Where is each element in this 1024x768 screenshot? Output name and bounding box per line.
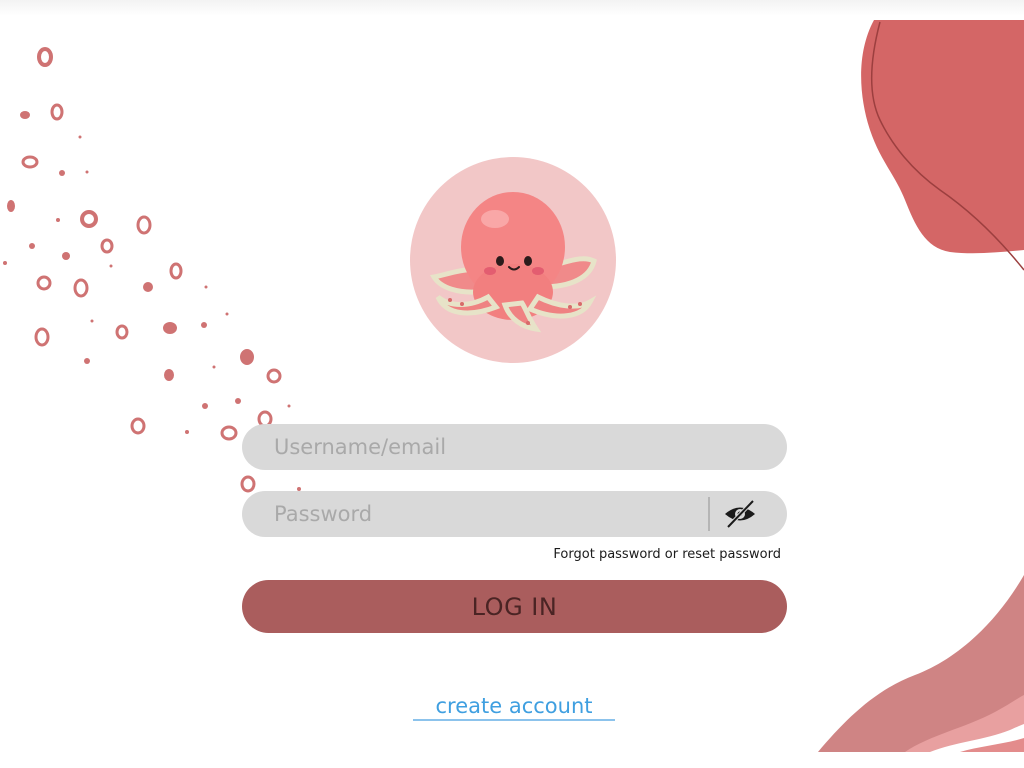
login-page: Forgot password or reset password LOG IN… xyxy=(0,0,1024,768)
password-field[interactable] xyxy=(242,491,787,537)
bottom-right-waves xyxy=(818,575,1024,752)
create-account-link[interactable]: create account xyxy=(413,694,615,721)
forgot-password-link[interactable]: Forgot password or reset password xyxy=(480,547,781,562)
avatar xyxy=(410,157,616,363)
eye-slash-icon xyxy=(725,499,755,529)
bottom-strip xyxy=(0,752,1024,768)
password-divider xyxy=(708,497,710,531)
username-field[interactable] xyxy=(242,424,787,470)
login-button[interactable]: LOG IN xyxy=(242,580,787,633)
password-input[interactable] xyxy=(242,491,787,537)
show-password-toggle[interactable] xyxy=(718,495,764,533)
octopus-mascot-icon xyxy=(429,192,597,333)
top-right-blob xyxy=(861,20,1024,271)
username-input[interactable] xyxy=(242,424,787,470)
background-decoration xyxy=(3,20,1024,752)
